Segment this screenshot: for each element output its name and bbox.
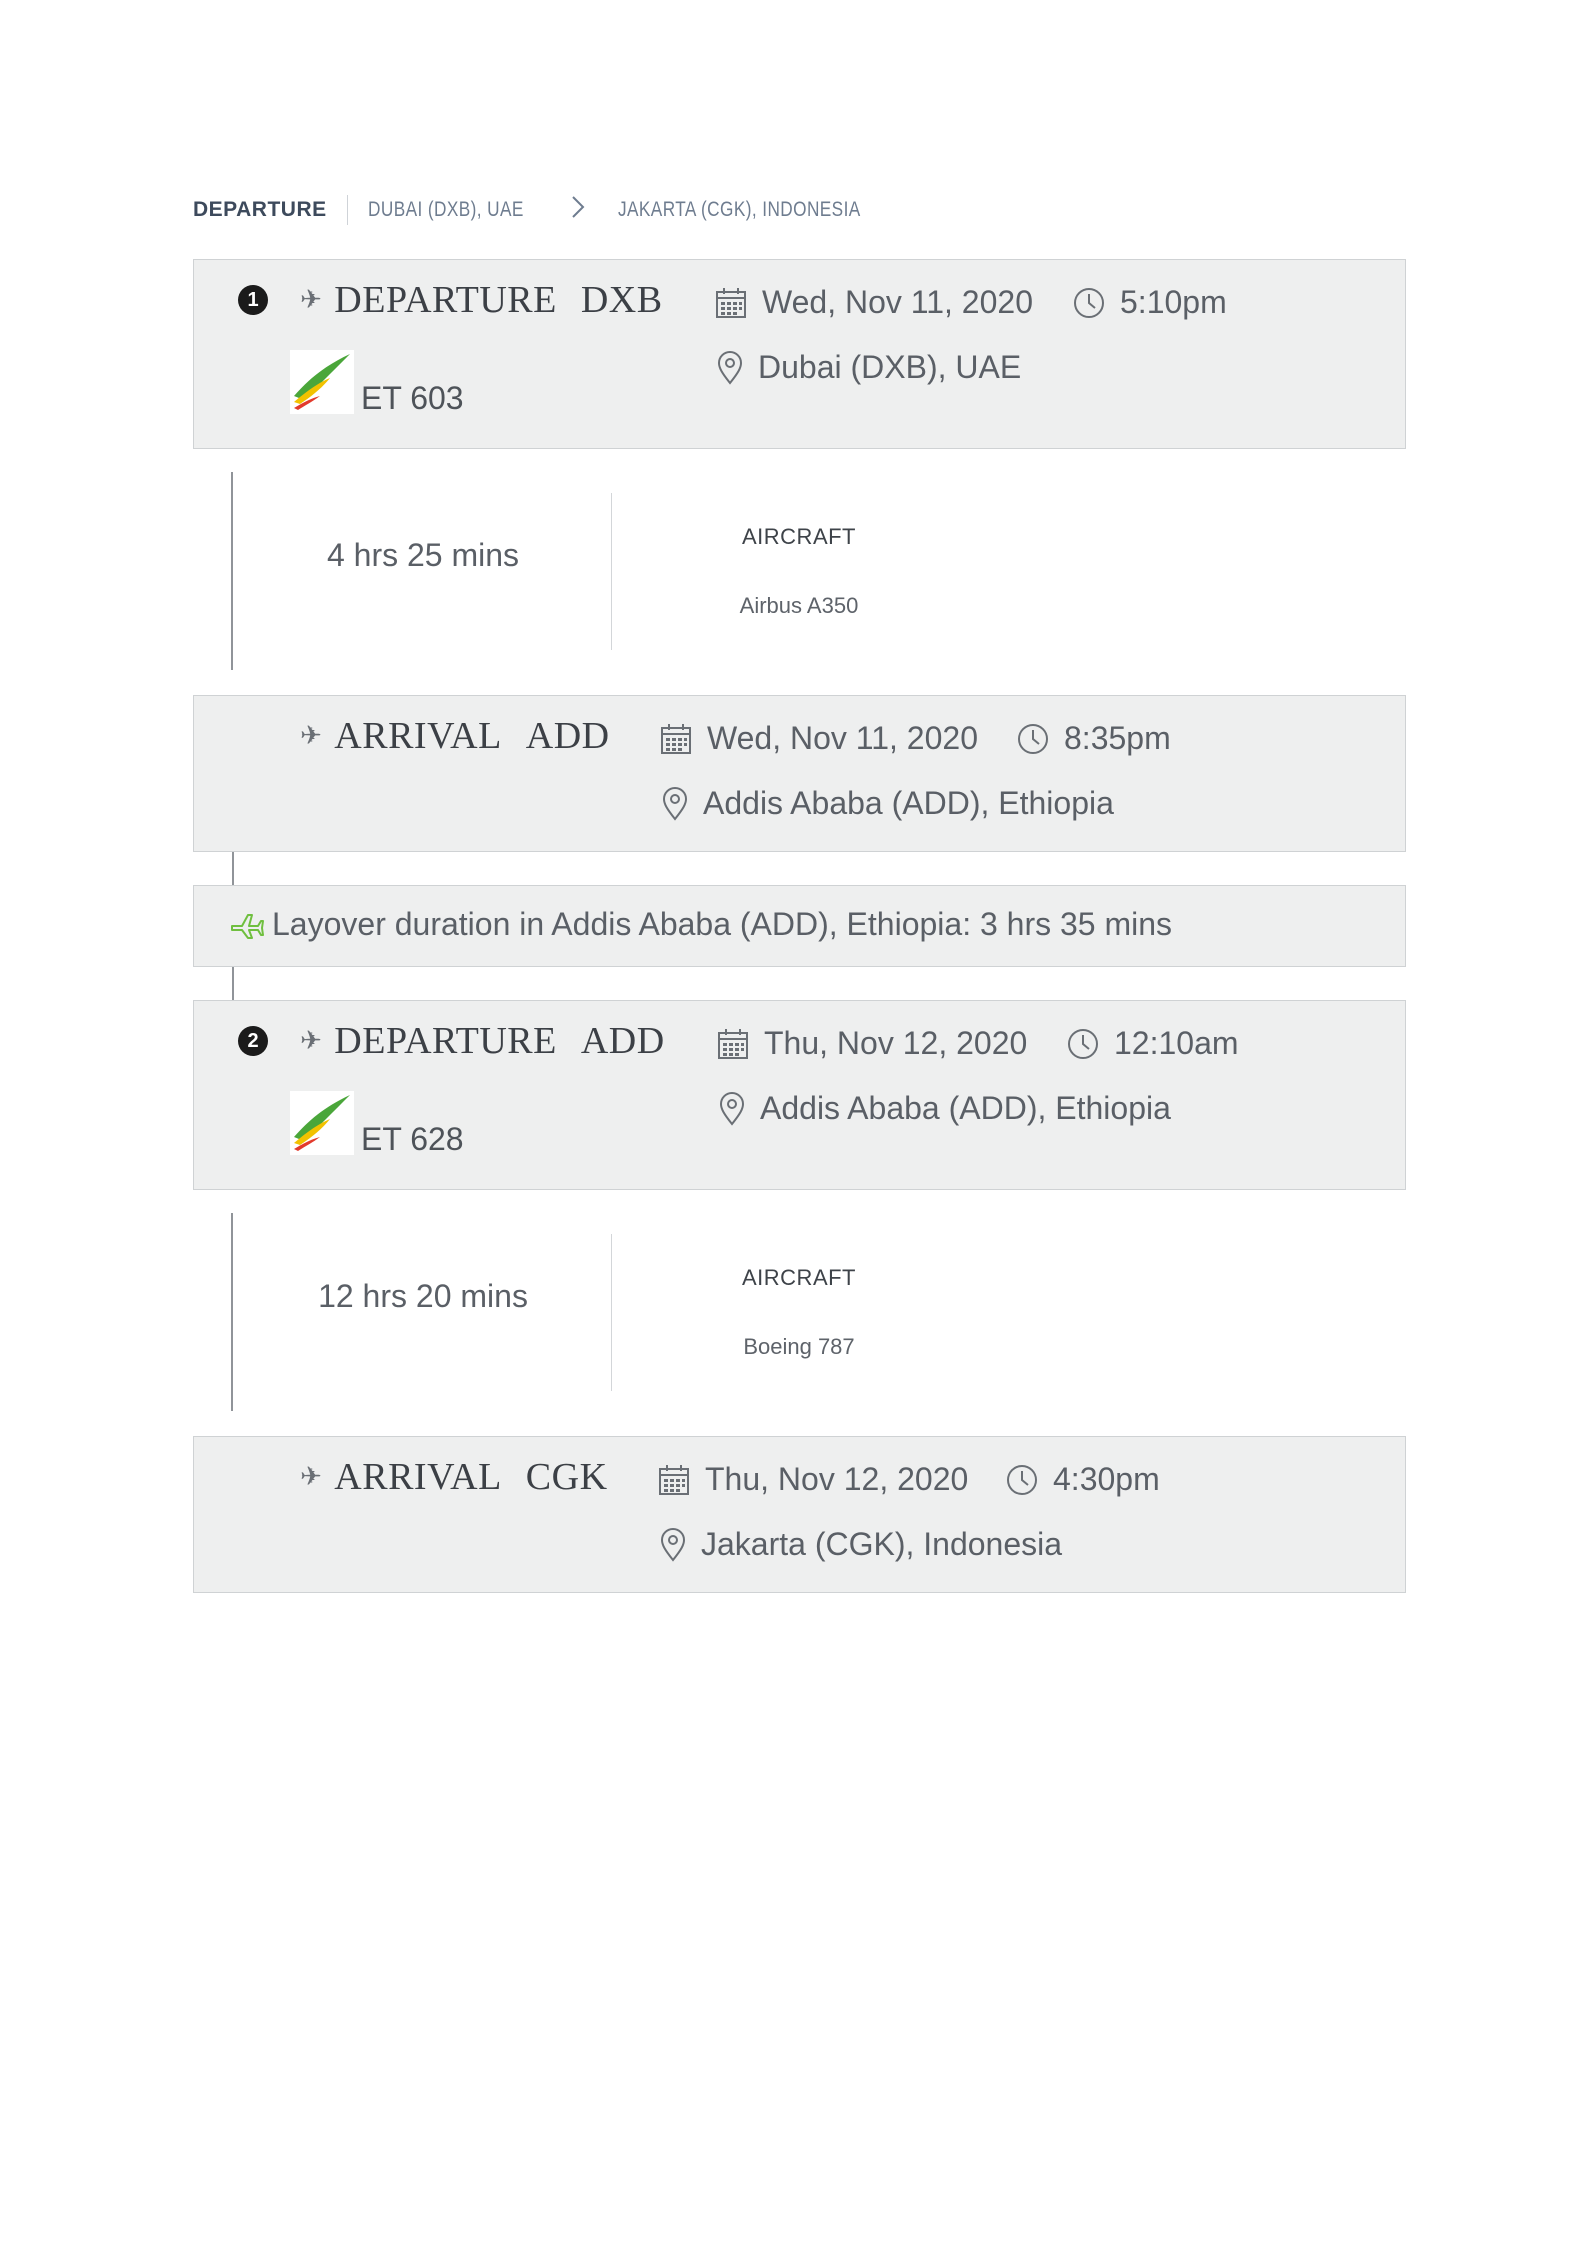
calendar-icon [657,1463,691,1497]
duration-divider [611,493,612,650]
departure-location-text: Addis Ababa (ADD), Ethiopia [760,1090,1171,1126]
departure-time: 12:10am [1066,1025,1239,1062]
clock-icon [1066,1027,1100,1061]
arrival-date: Thu, Nov 12, 2020 [657,1461,968,1498]
flight-number: ET 628 [361,1121,464,1157]
calendar-icon [659,722,693,756]
departure-date-text: Thu, Nov 12, 2020 [764,1025,1028,1061]
map-pin-icon [718,1091,746,1126]
departure-location: Addis Ababa (ADD), Ethiopia [718,1090,1171,1127]
calendar-icon [716,1027,750,1061]
airline-logo [290,350,354,414]
airline-logo [290,1091,354,1155]
plane-takeoff-icon: ✈ [300,1026,323,1056]
departure-time-text: 12:10am [1114,1025,1239,1061]
departure-airport-code: DXB [580,279,663,321]
breadcrumb: DEPARTURE DUBAI (DXB), UAE JAKARTA (CGK)… [193,190,914,230]
arrival-date: Wed, Nov 11, 2020 [659,720,978,757]
flight-duration: 12 hrs 20 mins [318,1278,528,1314]
breadcrumb-title: DEPARTURE [193,198,327,221]
itinerary-page: DEPARTURE DUBAI (DXB), UAE JAKARTA (CGK)… [0,0,1588,2246]
breadcrumb-divider [346,195,348,225]
arrival-heading: ✈ ARRIVAL ADD [300,714,610,758]
departure-date: Wed, Nov 11, 2020 [714,284,1033,321]
departure-airport-code: ADD [580,1020,665,1062]
arrival-heading: ✈ ARRIVAL CGK [300,1455,608,1499]
arrival-label: ARRIVAL [334,1456,502,1498]
timeline-line [232,852,234,886]
flight-number: ET 603 [361,380,464,416]
layover-card: Layover duration in Addis Ababa (ADD), E… [193,885,1406,967]
arrival-location: Jakarta (CGK), Indonesia [659,1526,1062,1563]
timeline-line [231,472,233,670]
arrival-date-text: Thu, Nov 12, 2020 [705,1461,969,1497]
aircraft-type: Boeing 787 [743,1334,855,1359]
layover-info: Layover duration in Addis Ababa (ADD), E… [230,906,1172,943]
map-pin-icon [659,1527,687,1562]
arrival-card-2: ✈ ARRIVAL CGK Thu, Nov 12, 2020 4:30pm J… [193,1436,1406,1593]
departure-label: DEPARTURE [334,279,557,321]
plane-takeoff-icon: ✈ [300,285,323,315]
departure-time: 5:10pm [1072,284,1227,321]
departure-time-text: 5:10pm [1120,284,1227,320]
departure-label: DEPARTURE [334,1020,557,1062]
segment-number-badge: 2 [238,1026,268,1056]
arrival-airport-code: CGK [525,1456,608,1498]
timeline-line [232,967,234,1001]
aircraft-label: AIRCRAFT [742,1265,856,1290]
departure-card-1: 1 ✈ DEPARTURE DXB Wed, Nov 11, 2020 5:10… [193,259,1406,449]
layover-duration-text: Layover duration in Addis Ababa (ADD), E… [272,906,1173,942]
timeline-line [231,1213,233,1411]
aircraft-label: AIRCRAFT [742,524,856,549]
departure-heading: ✈ DEPARTURE ADD [300,1019,665,1063]
plane-landing-icon: ✈ [300,721,323,751]
departure-card-2: 2 ✈ DEPARTURE ADD Thu, Nov 12, 2020 12:1… [193,1000,1406,1190]
breadcrumb-destination[interactable]: JAKARTA (CGK), INDONESIA [618,198,861,222]
aircraft-type: Airbus A350 [739,593,859,618]
clock-icon [1072,286,1106,320]
departure-location: Dubai (DXB), UAE [716,349,1021,386]
map-pin-icon [661,786,689,821]
duration-divider [611,1234,612,1391]
plane-layover-icon [230,911,264,939]
arrival-location-text: Addis Ababa (ADD), Ethiopia [703,785,1114,821]
clock-icon [1016,722,1050,756]
arrival-date-text: Wed, Nov 11, 2020 [707,720,978,756]
plane-landing-icon: ✈ [300,1462,323,1492]
breadcrumb-origin[interactable]: DUBAI (DXB), UAE [368,198,524,222]
arrival-time-text: 4:30pm [1053,1461,1160,1497]
arrival-time: 4:30pm [1005,1461,1160,1498]
arrival-location-text: Jakarta (CGK), Indonesia [701,1526,1063,1562]
arrival-card-1: ✈ ARRIVAL ADD Wed, Nov 11, 2020 8:35pm A… [193,695,1406,852]
arrival-airport-code: ADD [525,715,610,757]
map-pin-icon [716,350,744,385]
departure-location-text: Dubai (DXB), UAE [758,349,1022,385]
arrival-location: Addis Ababa (ADD), Ethiopia [661,785,1114,822]
departure-date-text: Wed, Nov 11, 2020 [762,284,1033,320]
clock-icon [1005,1463,1039,1497]
arrival-time-text: 8:35pm [1064,720,1171,756]
calendar-icon [714,286,748,320]
departure-date: Thu, Nov 12, 2020 [716,1025,1027,1062]
arrival-label: ARRIVAL [334,715,502,757]
departure-heading: ✈ DEPARTURE DXB [300,278,663,322]
arrival-time: 8:35pm [1016,720,1171,757]
chevron-right-icon [568,194,588,226]
segment-number-badge: 1 [238,285,268,315]
flight-duration: 4 hrs 25 mins [326,537,520,573]
